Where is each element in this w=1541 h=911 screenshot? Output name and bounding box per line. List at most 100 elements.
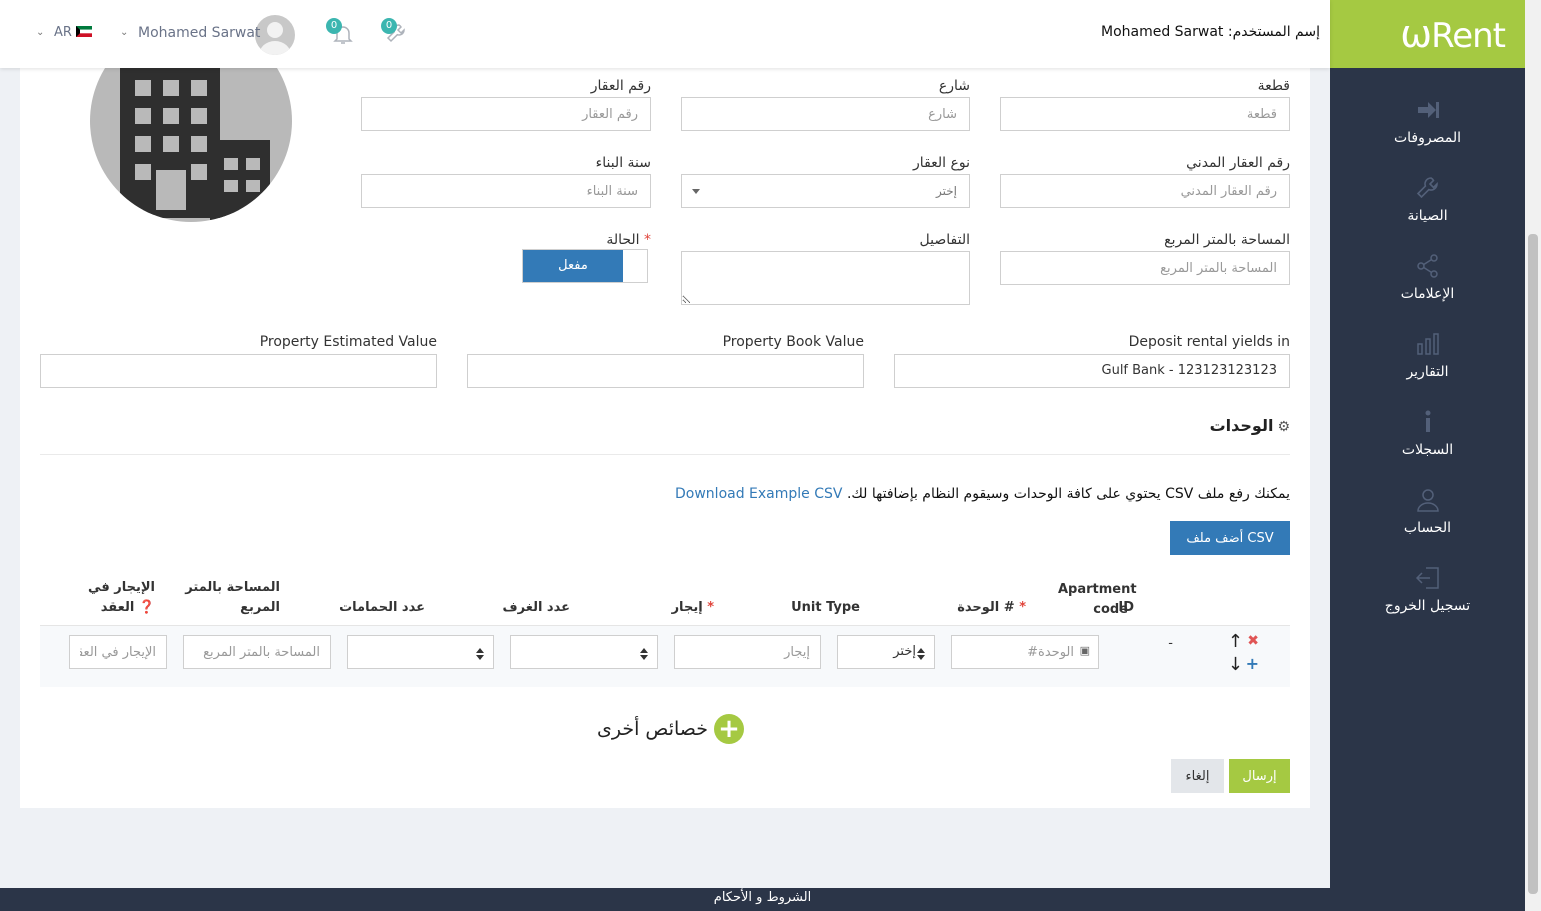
- sidebar-item-maintenance[interactable]: الصيانة: [1330, 160, 1525, 238]
- kuwait-flag-icon: [76, 26, 92, 37]
- sidebar-item-account[interactable]: الحساب: [1330, 472, 1525, 550]
- download-example-csv-link[interactable]: Download Example CSV: [675, 486, 842, 502]
- sidebar-item-reports[interactable]: التقارير: [1330, 316, 1525, 394]
- language-selector[interactable]: AR: [54, 25, 72, 40]
- scrollbar-thumb[interactable]: [1528, 234, 1538, 894]
- civil-number-label: رقم العقار المدني: [1186, 155, 1290, 171]
- sign-in-icon: [1414, 96, 1442, 124]
- required-marker: *: [1019, 600, 1026, 615]
- select-arrows-icon: [639, 648, 649, 660]
- language-chevron-icon[interactable]: ⌄: [36, 27, 44, 38]
- sidebar-item-label: السجلات: [1401, 442, 1454, 458]
- status-label: الحالة *: [606, 232, 651, 248]
- area-label: المساحة بالمتر المربع: [1164, 232, 1290, 248]
- column-header-unit-type: Unit Type: [791, 600, 860, 615]
- user-menu[interactable]: Mohamed Sarwat: [138, 25, 260, 41]
- bathrooms-select[interactable]: [347, 635, 494, 669]
- sidebar-item-label: التقارير: [1406, 364, 1449, 380]
- area-input[interactable]: [183, 635, 331, 669]
- column-header-contract-rent: الإيجار في العقد ❓: [75, 578, 155, 618]
- build-year-label: سنة البناء: [595, 155, 651, 171]
- add-csv-button[interactable]: أضف ملف CSV: [1170, 521, 1290, 555]
- block-input[interactable]: [1000, 97, 1290, 131]
- required-marker: *: [644, 232, 651, 248]
- logo[interactable]: ωRent: [1302, 0, 1525, 68]
- footer: الشروط و الأحكام: [0, 888, 1525, 911]
- property-type-value: إختر: [936, 184, 957, 198]
- gear-icon: ⚙: [1277, 419, 1290, 435]
- details-label: التفاصيل: [919, 232, 970, 248]
- status-toggle-on: مفعل: [523, 250, 623, 282]
- sidebar-item-label: الصيانة: [1407, 208, 1448, 224]
- sidebar-item-label: الإعلامات: [1400, 286, 1455, 302]
- civil-number-input[interactable]: [1000, 174, 1290, 208]
- more-features-button[interactable]: + خصائص أخرى: [597, 713, 744, 745]
- area-input[interactable]: [1000, 251, 1290, 285]
- property-type-select[interactable]: إختر: [681, 174, 970, 208]
- deposit-select[interactable]: Gulf Bank - 123123123123: [894, 354, 1290, 388]
- username-label: إسم المستخدم:: [1227, 24, 1320, 40]
- sign-out-icon: [1414, 564, 1442, 592]
- page-scrollbar[interactable]: [1525, 0, 1541, 911]
- add-row-icon[interactable]: +: [1246, 654, 1259, 673]
- rooms-select[interactable]: [510, 635, 658, 669]
- caret-down-icon: [692, 189, 700, 194]
- bar-chart-icon: [1414, 330, 1442, 358]
- book-value-label: Property Book Value: [722, 334, 864, 350]
- block-label: قطعة: [1257, 78, 1290, 94]
- build-year-input[interactable]: [361, 174, 651, 208]
- chevron-down-icon[interactable]: ⌄: [120, 27, 128, 38]
- question-circle-icon[interactable]: ❓: [139, 600, 155, 615]
- column-header-area: المساحة بالمتر المربع: [185, 580, 280, 615]
- column-header-rooms: عدد الغرف: [502, 600, 570, 615]
- terms-link[interactable]: الشروط و الأحكام: [714, 890, 811, 905]
- sidebar: ωRent المصروفات الصيانة الإعلامات التقار…: [1302, 0, 1525, 888]
- sidebar-item-logout[interactable]: تسجيل الخروج: [1330, 550, 1525, 628]
- unit-type-select[interactable]: إختر: [837, 635, 935, 669]
- info-icon: [1414, 408, 1442, 436]
- submit-button[interactable]: إرسال: [1229, 759, 1290, 793]
- contract-rent-input[interactable]: [69, 635, 167, 669]
- notifications-badge: 0: [326, 18, 342, 34]
- wrench-icon: [1414, 174, 1442, 202]
- plus-circle-icon: +: [714, 714, 744, 744]
- column-header-apartment-code: Apartment code: [1058, 582, 1137, 617]
- property-number-input[interactable]: [361, 97, 651, 131]
- unit-number-input[interactable]: [951, 635, 1099, 669]
- avatar[interactable]: [255, 15, 295, 55]
- id-card-icon: ▣: [1079, 644, 1090, 657]
- share-icon: [1414, 252, 1442, 280]
- username-value: Mohamed Sarwat: [1100, 24, 1224, 40]
- rent-input[interactable]: [674, 635, 821, 669]
- row-id: -: [1168, 636, 1173, 651]
- property-form-card: قطعة شارع رقم العقار رقم العقار المدني ن…: [20, 20, 1310, 808]
- rent-header-text: إيجار: [671, 600, 703, 615]
- select-arrows-icon: [916, 648, 926, 660]
- column-header-bathrooms: عدد الحمامات: [339, 600, 425, 615]
- sidebar-item-announcements[interactable]: الإعلامات: [1330, 238, 1525, 316]
- status-label-text: الحالة: [606, 232, 640, 248]
- move-down-icon[interactable]: ↓: [1228, 654, 1243, 675]
- sidebar-item-logs[interactable]: السجلات: [1330, 394, 1525, 472]
- csv-info-text: يمكنك رفع ملف CSV يحتوي على كافة الوحدات…: [675, 486, 1290, 502]
- property-number-label: رقم العقار: [590, 78, 651, 94]
- details-textarea[interactable]: [681, 251, 970, 305]
- move-up-icon[interactable]: ↑: [1228, 631, 1243, 652]
- units-title-text: الوحدات: [1209, 416, 1274, 435]
- street-input[interactable]: [681, 97, 970, 131]
- deposit-label: Deposit rental yields in: [1128, 334, 1290, 350]
- unit-type-value: إختر: [893, 644, 916, 659]
- book-value-input[interactable]: [467, 354, 864, 388]
- column-header-unit-number: الوحدة # *: [957, 600, 1026, 615]
- user-icon: [1414, 486, 1442, 514]
- section-divider: [40, 454, 1290, 455]
- estimated-value-input[interactable]: [40, 354, 437, 388]
- remove-row-icon[interactable]: ✖: [1247, 633, 1259, 649]
- column-header-rent: إيجار *: [672, 600, 714, 615]
- more-features-label: خصائص أخرى: [597, 718, 708, 740]
- select-arrows-icon: [475, 648, 485, 660]
- required-marker: *: [707, 600, 714, 615]
- cancel-button[interactable]: إلغاء: [1171, 759, 1224, 793]
- sidebar-item-expenses[interactable]: المصروفات: [1330, 82, 1525, 160]
- status-toggle[interactable]: مفعل: [522, 249, 648, 283]
